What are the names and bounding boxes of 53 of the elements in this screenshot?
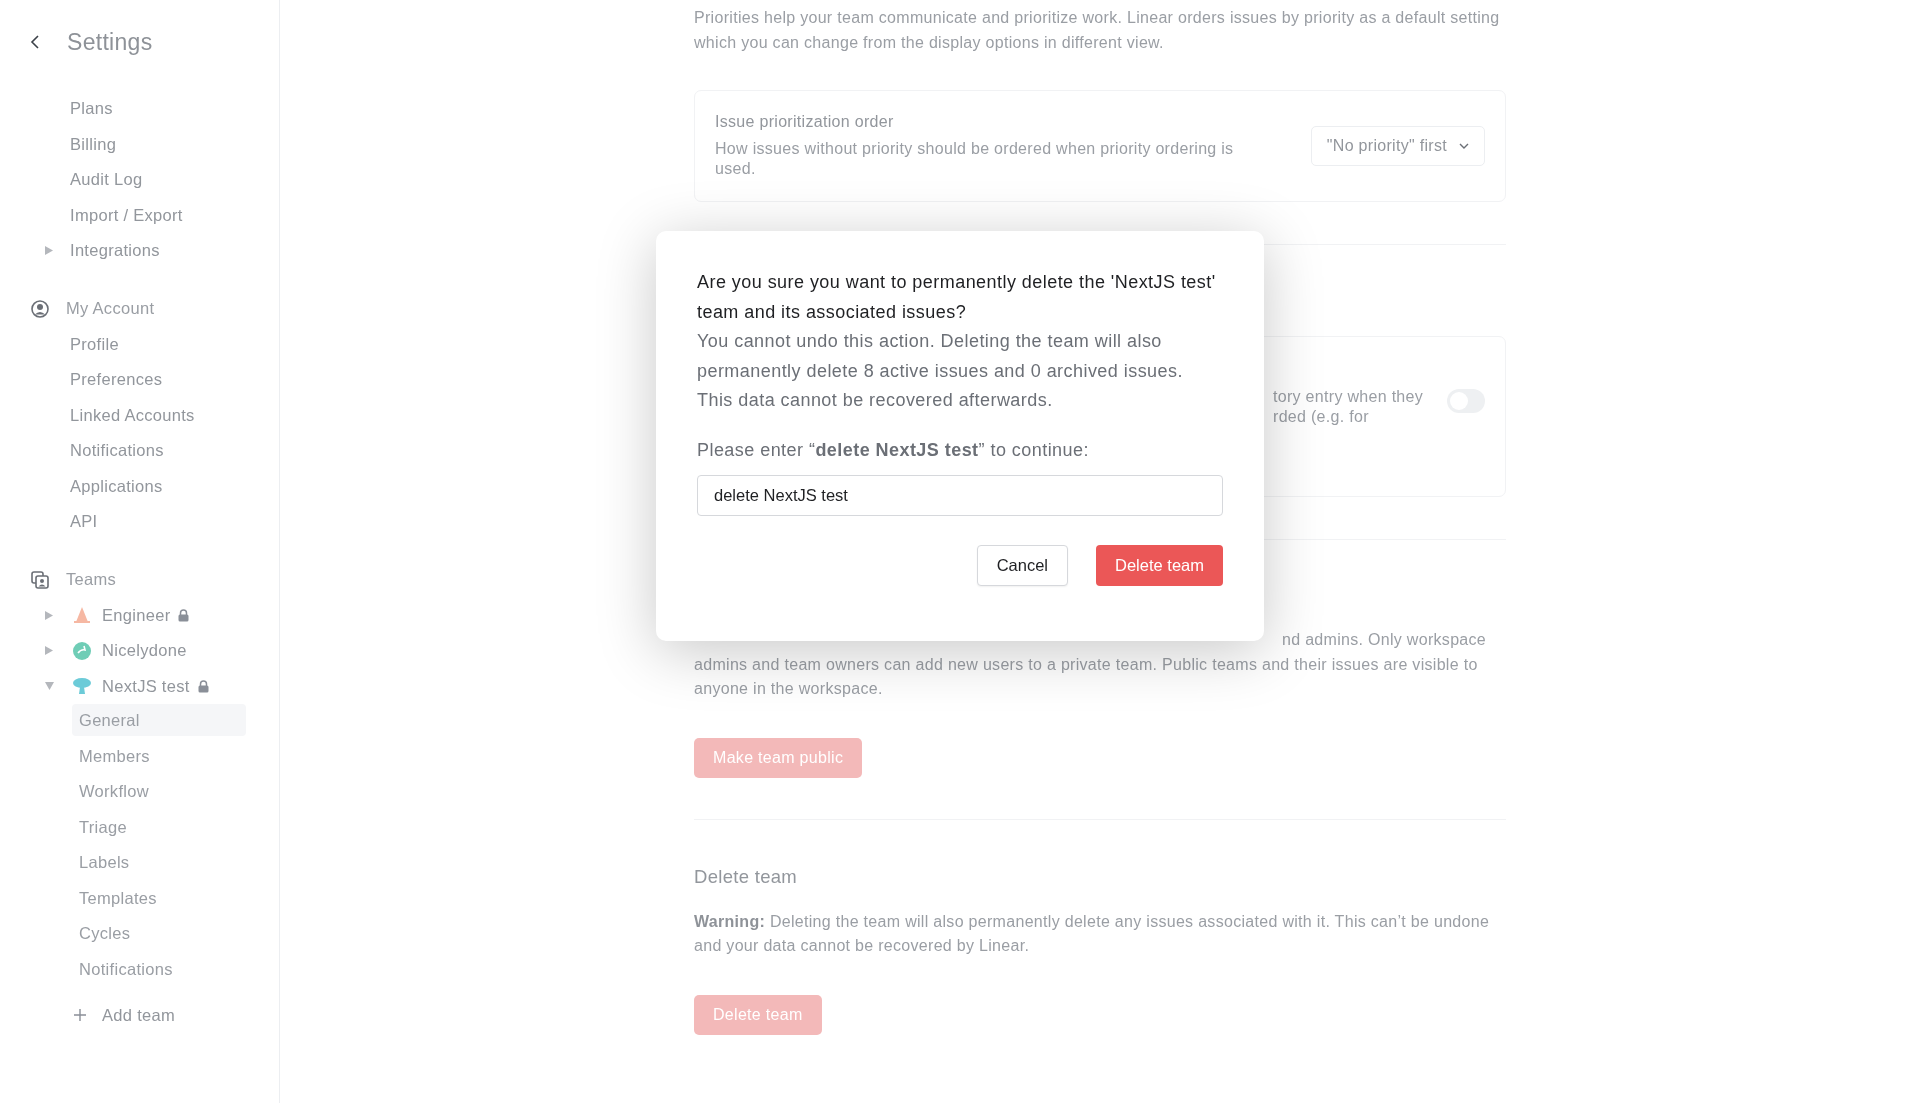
sidebar-item[interactable]: Audit Log (70, 170, 143, 190)
description-text: admins and team owners can add new users to a private team. Public teams and their issues are visible to anyone in the workspace. (694, 654, 1479, 699)
plus-icon (74, 1009, 86, 1022)
team-subitem[interactable]: Labels (72, 846, 246, 878)
add-team-link[interactable]: Add team (102, 1005, 176, 1025)
expand-triangle-icon[interactable] (45, 610, 54, 620)
confirm-input-field[interactable]: delete NextJS test (697, 474, 1223, 516)
dialog-title: Are you sure you want to permanently delete the 'NextJS test' team and its associated issues? (697, 271, 1217, 324)
warning-text: Warning: Deleting the team will also permanently delete any issues associated with it. This can’t be undone and your data cannot be recovered by Linear. (694, 911, 1491, 956)
cancel-button[interactable]: Cancel (976, 544, 1069, 586)
sidebar-item[interactable]: Applications (70, 476, 163, 496)
expand-triangle-icon[interactable] (45, 681, 54, 691)
make-public-button[interactable]: Make team public (694, 737, 863, 778)
card-description: tory entry when they (1273, 387, 1424, 407)
team-subitem[interactable]: Cycles (72, 917, 246, 949)
sidebar-item[interactable]: API (70, 512, 98, 532)
team-subitem[interactable]: Triage (72, 810, 246, 843)
team-subitem[interactable]: Templates (72, 881, 246, 914)
back-chevron-icon[interactable] (30, 34, 40, 50)
team-name[interactable]: NextJS test (102, 676, 190, 696)
sidebar-item[interactable]: Import / Export (70, 205, 183, 225)
section-heading: Teams (66, 570, 117, 589)
delete-team-button[interactable]: Delete team (1096, 544, 1223, 586)
team-subitem[interactable]: Notifications (72, 952, 246, 985)
teams-icon (31, 570, 49, 589)
priority-dropdown[interactable]: "No priority" first (1310, 126, 1485, 166)
sidebar-item[interactable]: Linked Accounts (70, 405, 195, 425)
user-circle-icon (31, 299, 49, 318)
chevron-down-icon (1459, 143, 1469, 149)
team-subitem[interactable]: Workflow (72, 775, 246, 807)
sidebar-title: Settings (67, 28, 153, 56)
card-description: rded (e.g. for (1273, 407, 1370, 427)
section-heading: Delete team (694, 865, 799, 888)
dialog-prompt: Please enter “delete NextJS test” to continue: (697, 438, 1090, 462)
dialog-body: You cannot undo this action. Deleting the team will also permanently delete 8 active issues and 0 archived issues. This data cannot be recovered afterwards. (697, 330, 1184, 412)
team-name[interactable]: Nicelydone (102, 641, 187, 661)
sidebar-item[interactable]: Preferences (70, 370, 163, 390)
sidebar-item[interactable]: Notifications (70, 441, 164, 461)
team-name[interactable]: Engineer (102, 605, 171, 625)
sidebar-item[interactable]: Profile (70, 334, 119, 354)
sidebar-item[interactable]: Billing (70, 134, 117, 154)
delete-team-button[interactable]: Delete team (694, 994, 822, 1035)
team-subitem[interactable]: Members (72, 739, 246, 772)
card-title: Issue prioritization order (715, 113, 895, 131)
expand-triangle-icon[interactable] (45, 646, 54, 656)
expand-triangle-icon[interactable] (45, 246, 54, 256)
description-text: Priorities help your team communicate and prioritize work. Linear orders issues by priority as a default setting which you can change from the display options in different view. (694, 8, 1501, 53)
team-subitem[interactable]: General (72, 704, 246, 736)
description-text: nd admins. Only workspace (1281, 630, 1488, 650)
sidebar-item[interactable]: Plans (70, 99, 113, 119)
card-description: How issues without priority should be ordered when priority ordering is used. (715, 139, 1235, 179)
section-heading: My Account (66, 299, 155, 318)
sidebar-item[interactable]: Integrations (70, 241, 160, 261)
